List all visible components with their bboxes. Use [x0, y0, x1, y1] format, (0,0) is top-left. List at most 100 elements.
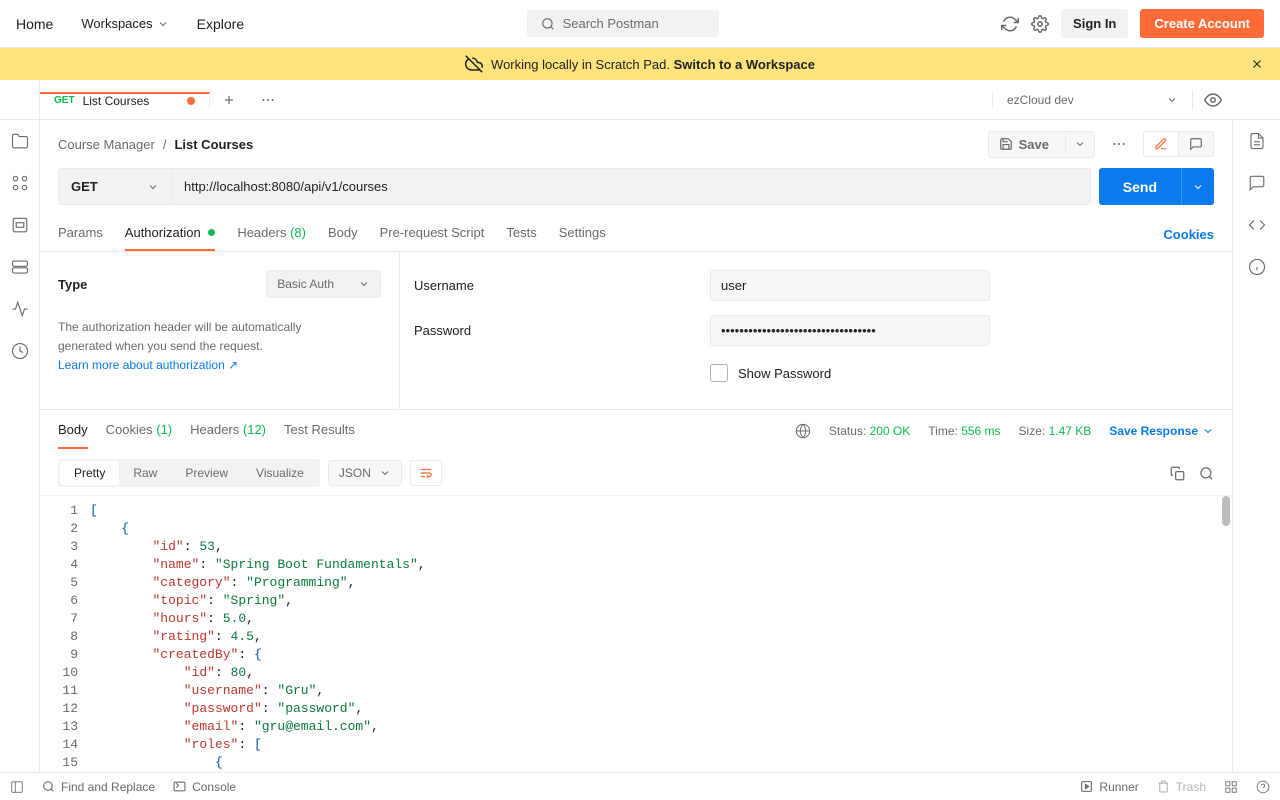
resp-headers-count: (12)	[243, 422, 266, 437]
close-banner-button[interactable]	[1250, 57, 1264, 71]
nav-workspaces[interactable]: Workspaces	[81, 16, 168, 31]
environment-selector[interactable]: ezCloud dev	[992, 93, 1192, 107]
tab-tests[interactable]: Tests	[506, 217, 536, 251]
mock-rail-icon[interactable]	[11, 258, 29, 276]
tab-prerequest[interactable]: Pre-request Script	[380, 217, 485, 251]
view-pretty[interactable]: Pretty	[60, 461, 119, 485]
tab-params[interactable]: Params	[58, 217, 103, 251]
resp-tab-headers[interactable]: Headers (12)	[190, 412, 266, 449]
show-password-checkbox[interactable]	[710, 364, 728, 382]
send-button[interactable]: Send	[1099, 168, 1181, 205]
tab-auth-label: Authorization	[125, 225, 201, 240]
scrollbar-thumb[interactable]	[1222, 496, 1230, 526]
save-button[interactable]: Save	[989, 132, 1059, 157]
view-preview[interactable]: Preview	[171, 461, 242, 485]
method-select[interactable]: GET	[58, 168, 172, 205]
chevron-down-icon	[1202, 425, 1214, 437]
panel-icon	[10, 780, 24, 794]
env-icon	[11, 216, 29, 234]
password-label: Password	[414, 323, 710, 338]
more-horizontal-icon	[1111, 136, 1127, 152]
banner-link[interactable]: Switch to a Workspace	[674, 57, 815, 72]
resp-tab-body[interactable]: Body	[58, 412, 88, 449]
username-input[interactable]	[710, 270, 990, 301]
comments-icon[interactable]	[1248, 174, 1266, 192]
settings-icon[interactable]	[1031, 15, 1049, 33]
breadcrumb-current: List Courses	[174, 137, 253, 152]
tab-authorization[interactable]: Authorization	[125, 217, 216, 251]
signin-button[interactable]: Sign In	[1061, 9, 1128, 38]
right-rail	[1232, 120, 1280, 772]
request-more-button[interactable]	[1103, 131, 1135, 157]
cookies-link[interactable]: Cookies	[1163, 227, 1214, 242]
save-dropdown[interactable]	[1065, 133, 1094, 155]
runner-button[interactable]: Runner	[1080, 780, 1138, 794]
tab-body[interactable]: Body	[328, 217, 358, 251]
console-label: Console	[192, 780, 236, 794]
apis-rail-icon[interactable]	[11, 174, 29, 192]
message-icon	[1248, 174, 1266, 192]
info-icon[interactable]	[1248, 258, 1266, 276]
nav-home[interactable]: Home	[16, 16, 53, 32]
play-icon	[1080, 780, 1093, 793]
send-dropdown[interactable]	[1181, 168, 1214, 205]
scrollbar[interactable]	[1218, 496, 1232, 772]
code-brackets-icon	[1248, 216, 1266, 234]
chevron-down-icon	[1166, 94, 1178, 106]
wrap-lines-button[interactable]	[410, 460, 442, 486]
tab-settings[interactable]: Settings	[559, 217, 606, 251]
status-label: Status:	[829, 424, 866, 438]
sync-icon[interactable]	[1001, 15, 1019, 33]
env-quicklook-button[interactable]	[1192, 91, 1232, 109]
comment-button[interactable]	[1179, 132, 1213, 156]
console-button[interactable]: Console	[173, 780, 236, 794]
auth-type-select[interactable]: Basic Auth	[266, 270, 381, 298]
copy-icon	[1170, 466, 1185, 481]
show-password-label: Show Password	[738, 366, 831, 381]
chevron-down-icon	[379, 467, 391, 479]
new-tab-button[interactable]	[210, 92, 248, 108]
chevron-down-icon	[147, 181, 159, 193]
save-label: Save	[1019, 137, 1049, 152]
password-input[interactable]	[710, 315, 990, 346]
code-icon[interactable]	[1248, 216, 1266, 234]
environments-rail-icon[interactable]	[11, 216, 29, 234]
edit-button[interactable]	[1144, 132, 1179, 156]
response-body[interactable]: 123456789101112131415 [ { "id": 53, "nam…	[40, 496, 1232, 772]
search-icon	[541, 17, 555, 31]
help-button[interactable]	[1256, 780, 1270, 794]
format-select[interactable]: JSON	[328, 460, 402, 486]
breadcrumb-parent[interactable]: Course Manager	[58, 137, 155, 152]
chevron-down-icon	[358, 278, 370, 290]
format-value: JSON	[339, 466, 371, 480]
nav-explore[interactable]: Explore	[197, 16, 244, 32]
size-value: 1.47 KB	[1049, 424, 1092, 438]
view-visualize[interactable]: Visualize	[242, 461, 318, 485]
find-replace-button[interactable]: Find and Replace	[42, 780, 155, 794]
search-input[interactable]: Search Postman	[527, 10, 719, 37]
globe-icon[interactable]	[795, 423, 811, 439]
sidebar-toggle[interactable]	[10, 780, 24, 794]
save-response-button[interactable]: Save Response	[1109, 424, 1214, 438]
layout-button[interactable]	[1224, 780, 1238, 794]
copy-button[interactable]	[1170, 466, 1185, 481]
view-raw[interactable]: Raw	[119, 461, 171, 485]
request-tab[interactable]: GET List Courses	[40, 92, 210, 108]
method-value: GET	[71, 179, 98, 194]
headers-count: (8)	[290, 225, 306, 240]
collections-rail-icon[interactable]	[11, 132, 29, 150]
response-search-button[interactable]	[1199, 466, 1214, 481]
tab-headers[interactable]: Headers (8)	[237, 217, 306, 251]
create-account-button[interactable]: Create Account	[1140, 9, 1264, 38]
resp-tab-cookies[interactable]: Cookies (1)	[106, 412, 172, 449]
tab-more-button[interactable]	[248, 92, 288, 108]
cloud-off-icon	[465, 55, 483, 73]
monitors-rail-icon[interactable]	[11, 300, 29, 318]
url-input[interactable]: http://localhost:8080/api/v1/courses	[172, 168, 1091, 205]
chevron-down-icon	[157, 18, 169, 30]
docs-icon[interactable]	[1248, 132, 1266, 150]
history-rail-icon[interactable]	[11, 342, 29, 360]
trash-button[interactable]: Trash	[1157, 780, 1206, 794]
resp-tab-tests[interactable]: Test Results	[284, 412, 355, 449]
auth-learn-link[interactable]: Learn more about authorization ↗	[58, 358, 238, 372]
